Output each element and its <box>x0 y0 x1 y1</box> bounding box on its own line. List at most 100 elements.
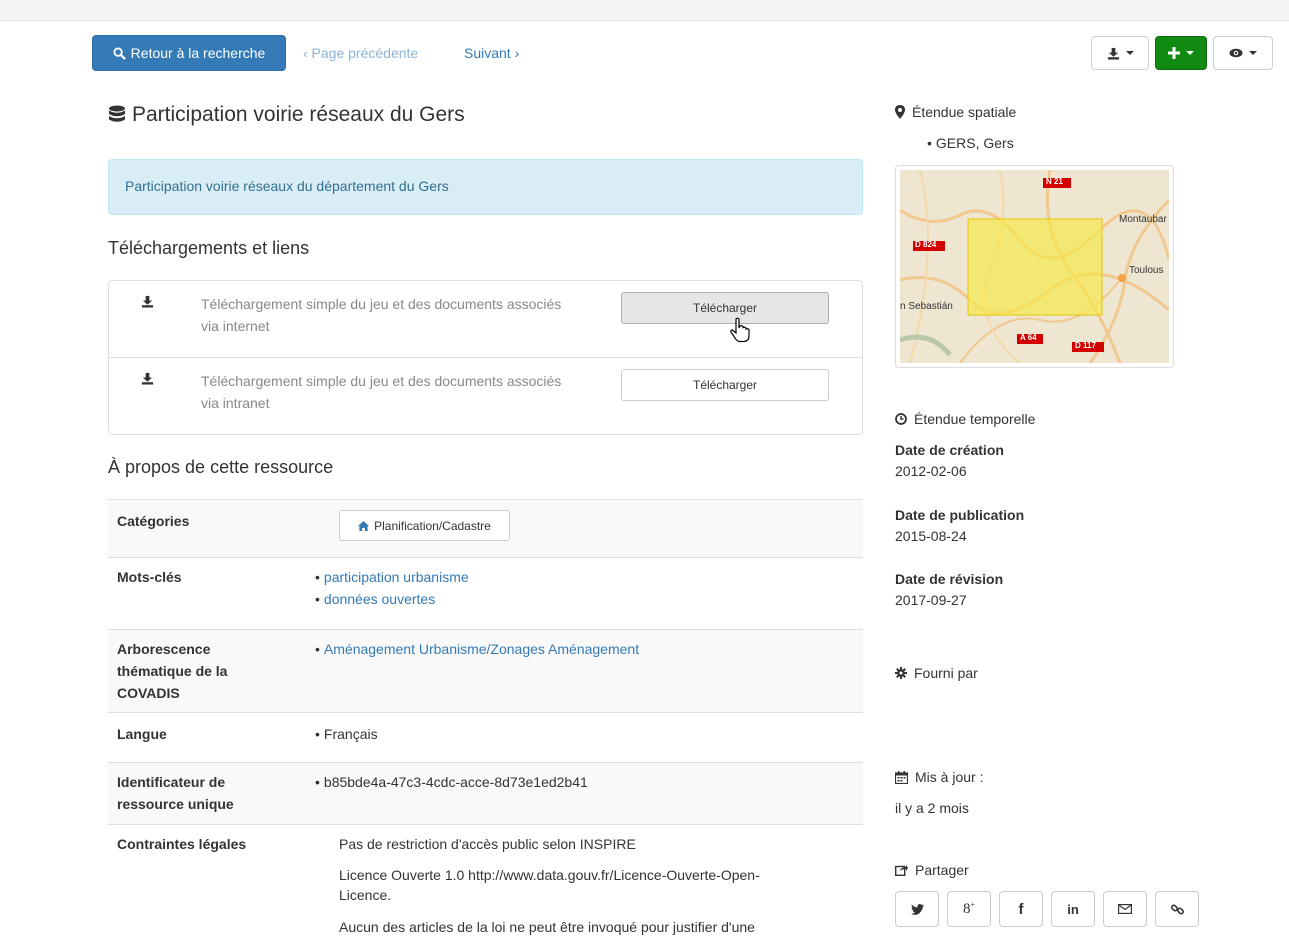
provided-by-heading: Fourni par <box>895 665 978 681</box>
map-city-label: Toulous <box>1129 265 1164 276</box>
clock-icon <box>895 413 907 425</box>
download-icon <box>141 295 154 308</box>
download-row: Téléchargement simple du jeu et des docu… <box>109 358 862 434</box>
row-label: Contraintes légales <box>117 836 247 852</box>
updated-label: Mis à jour : <box>915 769 984 785</box>
envelope-icon <box>1118 904 1132 914</box>
share-heading: Partager <box>895 862 969 878</box>
back-to-search-label: Retour à la recherche <box>130 45 266 61</box>
publication-date-label: Date de publication <box>895 507 1025 523</box>
creation-date-label: Date de création <box>895 442 1004 458</box>
share-link-button[interactable] <box>1155 891 1199 927</box>
download-menu-button[interactable] <box>1091 36 1149 70</box>
dataset-description: Participation voirie réseaux du départem… <box>125 178 449 194</box>
legal-text: Pas de restriction d'accès public selon … <box>339 836 636 852</box>
table-row: Catégories Planification/Cadastre <box>108 499 863 557</box>
gear-icon <box>895 667 907 679</box>
spatial-extent-heading: Étendue spatiale <box>895 104 1016 120</box>
home-icon <box>358 520 370 531</box>
share-label: Partager <box>915 862 969 878</box>
creation-date-value: 2012-02-06 <box>895 463 967 479</box>
keyword-link[interactable]: participation urbanisme <box>324 569 469 585</box>
about-heading: À propos de cette ressource <box>108 457 334 477</box>
legal-text: Aucun des articles de la loi ne peut êtr… <box>339 919 755 935</box>
keyword-list: participation urbanisme données ouvertes <box>315 566 469 610</box>
share-email-button[interactable] <box>1103 891 1147 927</box>
back-to-search-button[interactable]: Retour à la recherche <box>92 35 286 71</box>
map-road-label: D 117 <box>1075 341 1096 350</box>
twitter-icon <box>910 903 924 915</box>
table-row: Contraintes légales Pas de restriction d… <box>108 824 863 944</box>
description-alert: Participation voirie réseaux du départem… <box>108 159 863 215</box>
download-icon <box>1107 47 1119 60</box>
language-value: Français <box>323 726 378 742</box>
top-strip <box>0 0 1289 21</box>
revision-date-value: 2017-09-27 <box>895 592 967 608</box>
table-row: Mots-clés participation urbanisme donnée… <box>108 557 863 629</box>
page-title: Participation voirie réseaux du Gers <box>108 103 465 127</box>
covadis-list: Aménagement Urbanisme/Zonages Aménagemen… <box>315 638 639 660</box>
temporal-extent-label: Étendue temporelle <box>914 411 1036 427</box>
table-row: Langue Français <box>108 712 863 762</box>
map-road-label: N 21 <box>1046 177 1063 186</box>
chevron-down-icon <box>1186 51 1194 55</box>
uid-value: b85bde4a-47c3-4cdc-acce-8d73e1ed2b41 <box>323 774 588 790</box>
category-button[interactable]: Planification/Cadastre <box>339 510 510 541</box>
hand-cursor-icon <box>730 317 750 343</box>
share-googleplus-button[interactable]: 8+ <box>947 891 991 927</box>
facebook-icon: f <box>1018 900 1024 918</box>
download-description: Téléchargement simple du jeu et des docu… <box>201 373 562 411</box>
database-icon <box>109 105 125 122</box>
category-label: Planification/Cadastre <box>374 518 491 533</box>
covadis-link[interactable]: Aménagement Urbanisme/Zonages Aménagemen… <box>324 641 639 657</box>
downloads-panel: Téléchargement simple du jeu et des docu… <box>108 280 863 435</box>
map-road-label: D 824 <box>915 240 937 249</box>
calendar-icon <box>895 770 908 784</box>
table-row: Arborescence thématique de la COVADIS Am… <box>108 629 863 712</box>
googleplus-icon: 8+ <box>962 900 975 917</box>
plus-icon <box>1168 47 1180 59</box>
download-internet-button[interactable]: Télécharger <box>621 292 829 324</box>
map-city-label: n Sebastián <box>900 301 953 312</box>
share-facebook-button[interactable]: f <box>999 891 1043 927</box>
download-intranet-button[interactable]: Télécharger <box>621 369 829 401</box>
spatial-extent-text: GERS, Gers <box>935 135 1014 151</box>
eye-icon <box>1229 48 1243 58</box>
map-marker-icon <box>895 105 905 119</box>
temporal-extent-heading: Étendue temporelle <box>895 411 1035 427</box>
keyword-link[interactable]: données ouvertes <box>324 591 435 607</box>
map-road-label: A 64 <box>1020 333 1037 342</box>
download-icon <box>141 372 154 385</box>
chevron-down-icon <box>1125 51 1134 55</box>
share-twitter-button[interactable] <box>895 891 939 927</box>
updated-heading: Mis à jour : <box>895 769 983 785</box>
row-label: Mots-clés <box>117 569 182 585</box>
row-label: Catégories <box>117 513 190 529</box>
spatial-extent-label: Étendue spatiale <box>912 104 1017 120</box>
add-menu-button[interactable] <box>1155 36 1207 70</box>
search-icon <box>113 46 126 60</box>
legal-text: Licence Ouverte 1.0 http://www.data.gouv… <box>339 867 760 903</box>
map-city-label: Montaubar <box>1119 214 1167 225</box>
view-menu-button[interactable] <box>1213 36 1273 70</box>
uid-list: b85bde4a-47c3-4cdc-acce-8d73e1ed2b41 <box>315 771 588 793</box>
share-linkedin-button[interactable]: in <box>1051 891 1095 927</box>
updated-value: il y a 2 mois <box>895 800 969 816</box>
linkedin-icon: in <box>1067 901 1079 917</box>
extent-map[interactable]: N 21 D 824 A 64 D 117 Montaubar Toulous … <box>895 165 1174 368</box>
publication-date-value: 2015-08-24 <box>895 528 967 544</box>
next-page-link[interactable]: Suivant › <box>464 45 519 61</box>
share-icon <box>895 865 908 876</box>
download-description: Téléchargement simple du jeu et des docu… <box>201 296 562 334</box>
row-label: Langue <box>117 726 167 742</box>
spatial-extent-value: • GERS, Gers <box>927 135 1014 151</box>
provided-by-label: Fourni par <box>914 665 978 681</box>
dataset-title: Participation voirie réseaux du Gers <box>132 103 465 126</box>
link-icon <box>1170 903 1184 915</box>
chevron-down-icon <box>1249 51 1257 55</box>
table-row: Identificateur de ressource unique b85bd… <box>108 762 863 824</box>
downloads-heading: Téléchargements et liens <box>108 238 310 258</box>
map-canvas[interactable]: N 21 D 824 A 64 D 117 Montaubar Toulous … <box>900 170 1169 363</box>
previous-page-link[interactable]: ‹ Page précédente <box>303 45 418 61</box>
row-label: Arborescence thématique de la COVADIS <box>117 641 228 701</box>
